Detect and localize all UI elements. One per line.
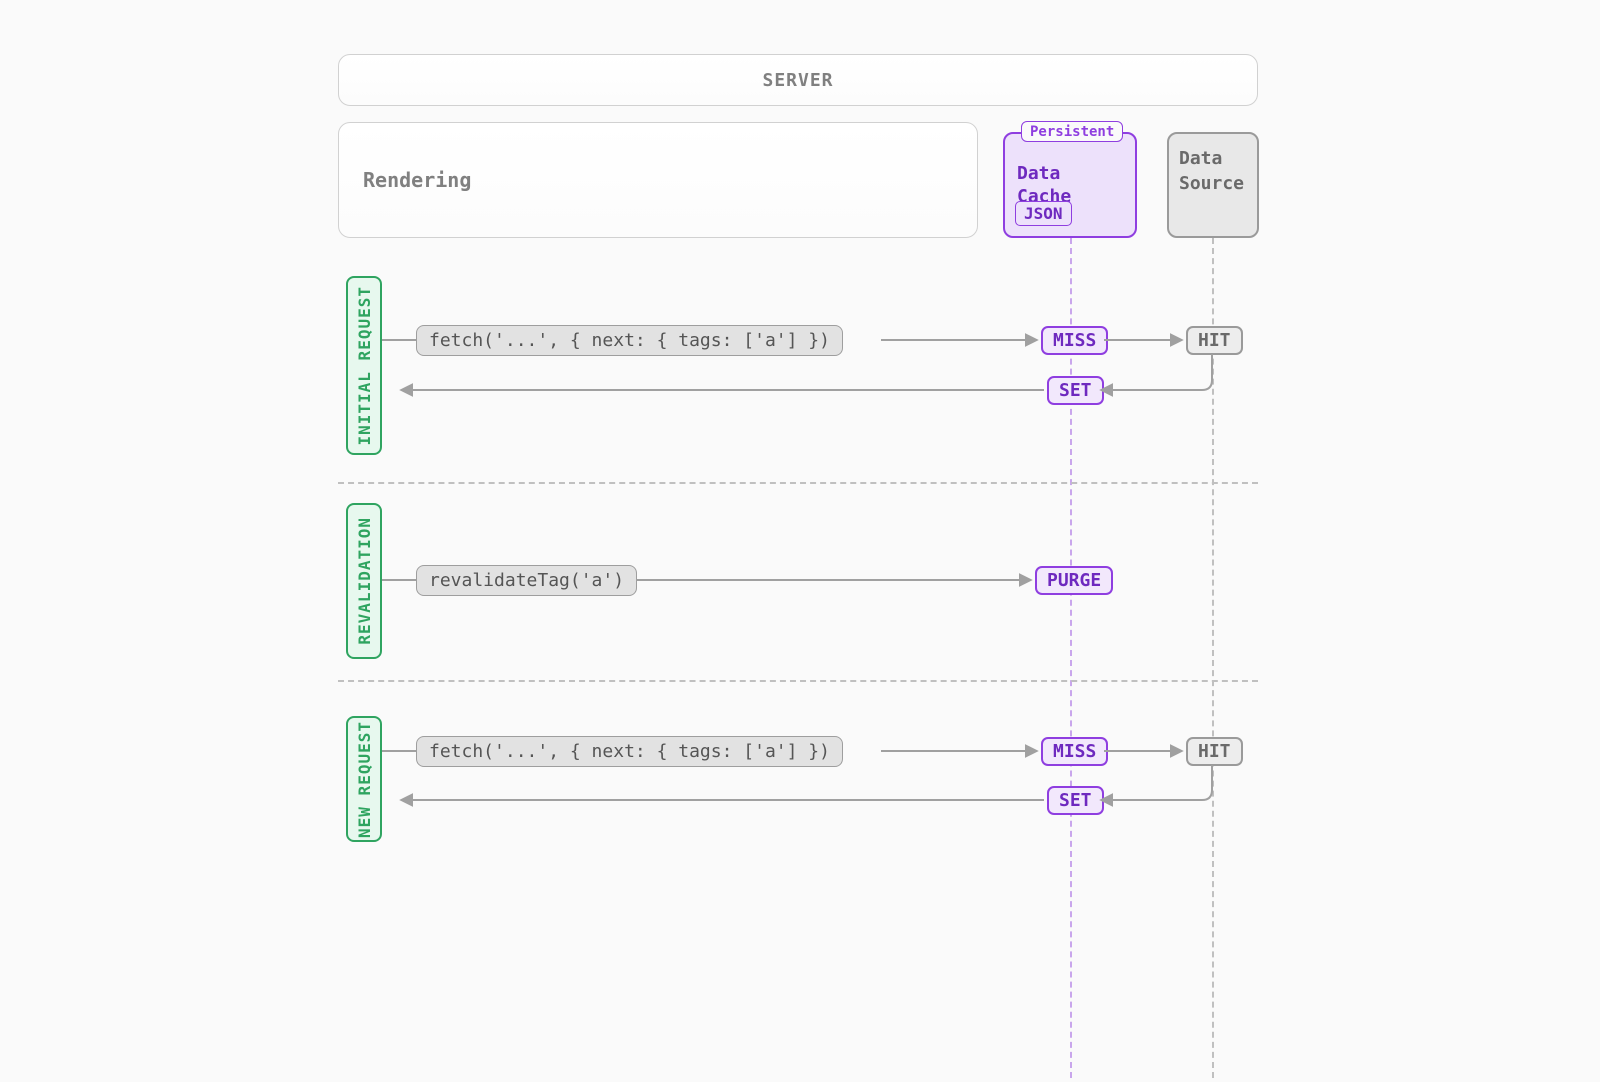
code-fetch-new: fetch('...', { next: { tags: ['a'] }) [416, 736, 843, 767]
section-initial-request: INITIAL REQUEST [346, 276, 382, 455]
pill-set: SET [1047, 786, 1104, 815]
code-fetch-initial: fetch('...', { next: { tags: ['a'] }) [416, 325, 843, 356]
pill-miss: MISS [1041, 326, 1108, 355]
section-divider [338, 680, 1258, 682]
lifeline-data-source [1212, 238, 1214, 1078]
section-label-text: REVALIDATION [355, 517, 374, 645]
pill-miss: MISS [1041, 737, 1108, 766]
section-label-text: NEW REQUEST [355, 721, 374, 838]
server-header: SERVER [338, 54, 1258, 106]
server-label: SERVER [762, 70, 833, 91]
pill-purge: PURGE [1035, 566, 1113, 595]
json-badge: JSON [1015, 201, 1072, 226]
section-label-text: INITIAL REQUEST [355, 286, 374, 446]
section-divider [338, 482, 1258, 484]
pill-hit: HIT [1186, 326, 1243, 355]
data-cache-box: Persistent Data Cache JSON [1003, 132, 1137, 238]
lifeline-data-cache [1070, 238, 1072, 1078]
pill-hit: HIT [1186, 737, 1243, 766]
data-source-box: Data Source [1167, 132, 1259, 238]
section-new-request: NEW REQUEST [346, 716, 382, 842]
pill-set: SET [1047, 376, 1104, 405]
persistent-badge: Persistent [1021, 121, 1123, 142]
section-revalidation: REVALIDATION [346, 503, 382, 659]
code-revalidate-tag: revalidateTag('a') [416, 565, 637, 596]
rendering-box: Rendering [338, 122, 978, 238]
data-source-title: Data Source [1179, 148, 1244, 194]
rendering-label: Rendering [363, 168, 471, 192]
